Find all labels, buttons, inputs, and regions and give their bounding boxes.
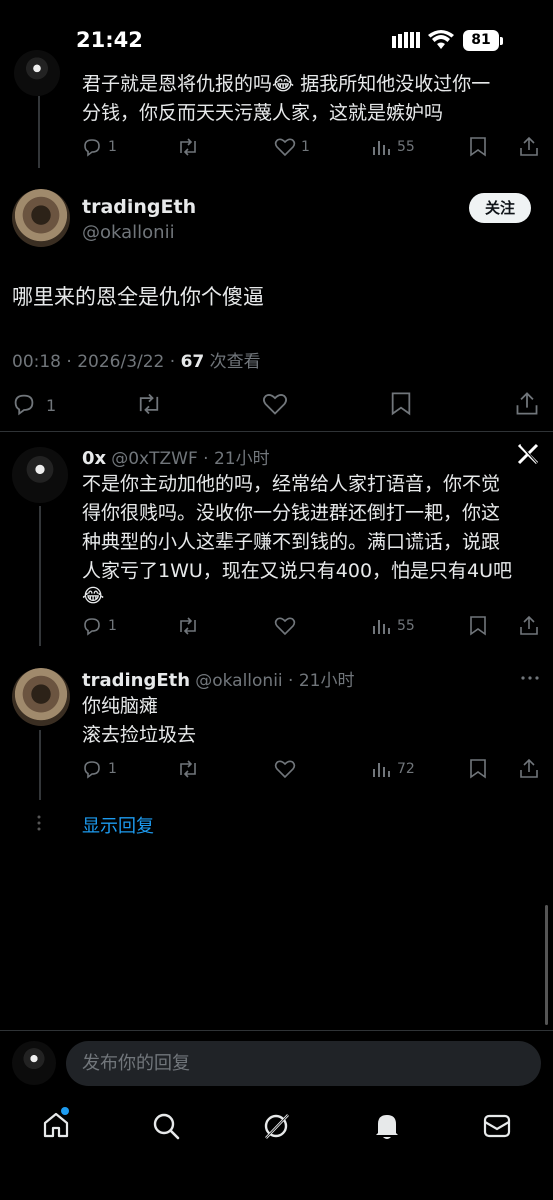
reply-text: 君子就是恩将仇报的吗😂 据我所知他没收过你一 [82,73,491,95]
divider [0,431,553,432]
avatar [12,1041,56,1085]
battery-tip [500,37,503,45]
reply-header: 0x @0xTZWF · 21小时 [82,444,270,469]
retweet-icon[interactable] [177,759,199,779]
retweet-icon[interactable] [177,616,199,636]
status-time: 21:42 [76,28,143,52]
bookmark-icon[interactable] [469,758,487,779]
like-count: 1 [301,139,310,155]
reply-text: 种典型的小人这辈子赚不到钱的。满口谎话，说跟 [82,531,501,553]
share-icon[interactable] [519,615,539,636]
author-name[interactable]: 0x [82,448,106,469]
author-handle[interactable]: @okallonii · 21小时 [195,671,354,691]
reply-icon[interactable] [82,616,102,636]
views-label: 次查看 [204,352,261,372]
reply-text: 得你很贱吗。没收你一分钱进群还倒打一耙，你这 [82,502,501,524]
views-icon[interactable] [372,759,392,779]
post-meta: 00:18 · 2026/3/22 · 67 次查看 [12,347,261,372]
bookmark-icon[interactable] [469,136,487,157]
bookmark-icon[interactable] [390,391,412,416]
post-text: 哪里来的恩全是仇你个傻逼 [12,285,264,309]
post-timestamp: 00:18 · 2026/3/22 · [12,352,181,372]
author-handle[interactable]: @0xTZWF · 21小时 [111,449,269,469]
wifi-icon [428,30,454,50]
like-icon[interactable] [274,616,296,636]
views-icon[interactable] [372,137,392,157]
like-icon[interactable] [262,392,288,416]
messages-icon[interactable] [483,1113,511,1139]
avatar[interactable] [12,447,68,503]
reply-header: tradingEth @okallonii · 21小时 [82,666,354,691]
notifications-icon[interactable] [373,1111,401,1141]
battery-level: 81 [463,30,499,51]
views-icon[interactable] [372,616,392,636]
follow-button[interactable]: 关注 [469,193,531,223]
notification-dot [61,1107,69,1115]
share-icon[interactable] [515,391,539,416]
reply-text: 分钱，你反而天天污蔑人家，这就是嫉妒吗 [82,102,444,124]
reply-text: 人家亏了1WU，现在又说只有400，怕是只有4U吧 [82,560,513,582]
reply-count: 1 [108,761,117,777]
thread-dots-icon [37,815,41,831]
more-icon[interactable] [521,676,539,680]
like-icon[interactable] [274,759,296,779]
x-logo-icon [517,443,539,465]
thread-line [39,506,41,646]
like-icon[interactable] [274,137,296,157]
share-icon[interactable] [519,136,539,157]
views-count: 67 [180,352,205,372]
reply-text: 滚去捡垃圾去 [82,724,197,746]
avatar[interactable] [12,189,70,247]
grok-icon[interactable] [262,1112,290,1140]
author-name[interactable]: tradingEth [82,670,190,691]
author-name[interactable]: tradingEth [82,196,196,218]
home-icon[interactable] [42,1111,70,1139]
reply-count: 1 [108,139,117,155]
thread-line [39,730,41,800]
avatar[interactable] [14,50,60,96]
reply-icon[interactable] [82,759,102,779]
reply-text: 😂 [82,585,105,607]
retweet-icon[interactable] [136,392,162,416]
search-icon[interactable] [152,1112,180,1140]
views-count: 55 [397,618,415,634]
reply-count: 1 [108,618,117,634]
thread-line [38,96,40,168]
reply-input[interactable]: 发布你的回复 [66,1041,541,1086]
reply-text: 你纯脑瘫 [82,695,159,717]
avatar[interactable] [12,668,70,726]
reply-count: 1 [46,396,57,415]
retweet-icon[interactable] [177,137,199,157]
views-count: 72 [397,761,415,777]
reply-text: 不是你主动加他的吗，经常给人家打语音，你不觉 [82,473,501,495]
signal-icon [392,32,420,48]
bookmark-icon[interactable] [469,615,487,636]
scrollbar[interactable] [545,905,548,1025]
divider [0,1030,553,1031]
views-count: 55 [397,139,415,155]
reply-icon[interactable] [82,137,102,157]
show-replies-link[interactable]: 显示回复 [82,812,154,838]
share-icon[interactable] [519,758,539,779]
reply-icon[interactable] [12,392,36,416]
author-handle[interactable]: @okallonii [82,222,175,243]
